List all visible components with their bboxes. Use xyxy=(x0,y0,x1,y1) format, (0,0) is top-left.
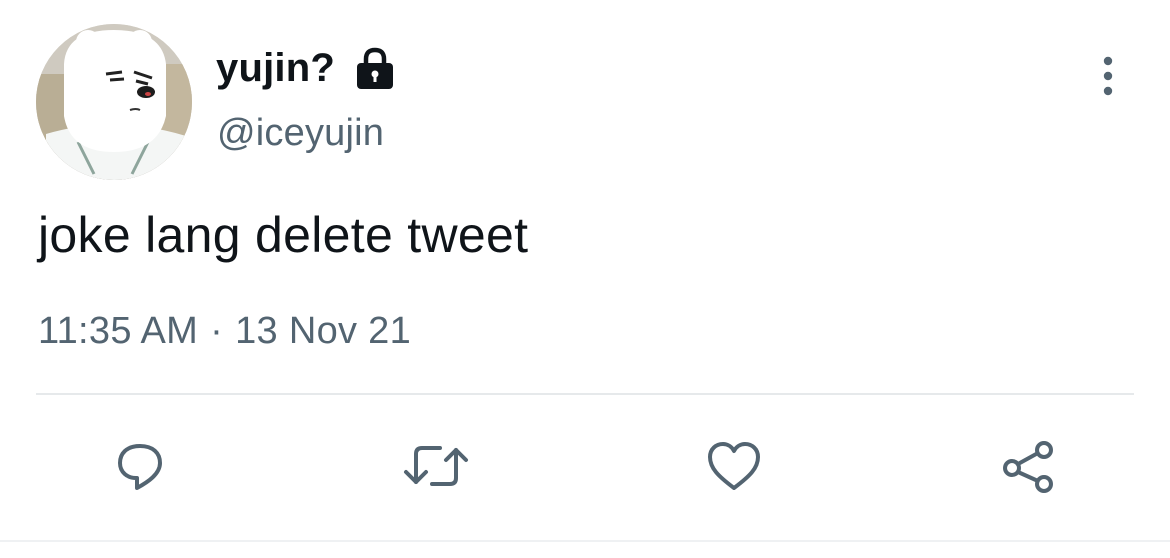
more-vertical-icon xyxy=(1103,56,1113,96)
retweet-icon xyxy=(404,446,468,486)
tweet-text: joke lang delete tweet xyxy=(38,207,529,263)
tweet-timestamp[interactable]: 11:35 AM · 13 Nov 21 xyxy=(38,310,411,353)
lock-icon xyxy=(353,47,397,91)
divider xyxy=(36,393,1134,395)
more-options-button[interactable] xyxy=(1088,52,1128,100)
reply-button[interactable] xyxy=(104,430,176,502)
reply-icon xyxy=(118,444,162,490)
author-name-row: yujin? xyxy=(216,40,397,96)
share-button[interactable] xyxy=(992,430,1064,502)
heart-icon xyxy=(708,442,760,490)
like-button[interactable] xyxy=(698,430,770,502)
timestamp-separator: · xyxy=(210,310,224,352)
bottom-border xyxy=(0,540,1170,542)
display-name[interactable]: yujin? xyxy=(216,46,335,91)
polar-bear-avatar-icon xyxy=(36,24,192,180)
action-bar xyxy=(0,430,1170,502)
author-handle[interactable]: @iceyujin xyxy=(217,112,384,155)
avatar[interactable] xyxy=(36,24,192,180)
share-icon xyxy=(1003,441,1053,493)
tweet-time: 11:35 AM xyxy=(38,310,199,352)
tweet-date: 13 Nov 21 xyxy=(235,310,412,352)
retweet-button[interactable] xyxy=(400,430,472,502)
